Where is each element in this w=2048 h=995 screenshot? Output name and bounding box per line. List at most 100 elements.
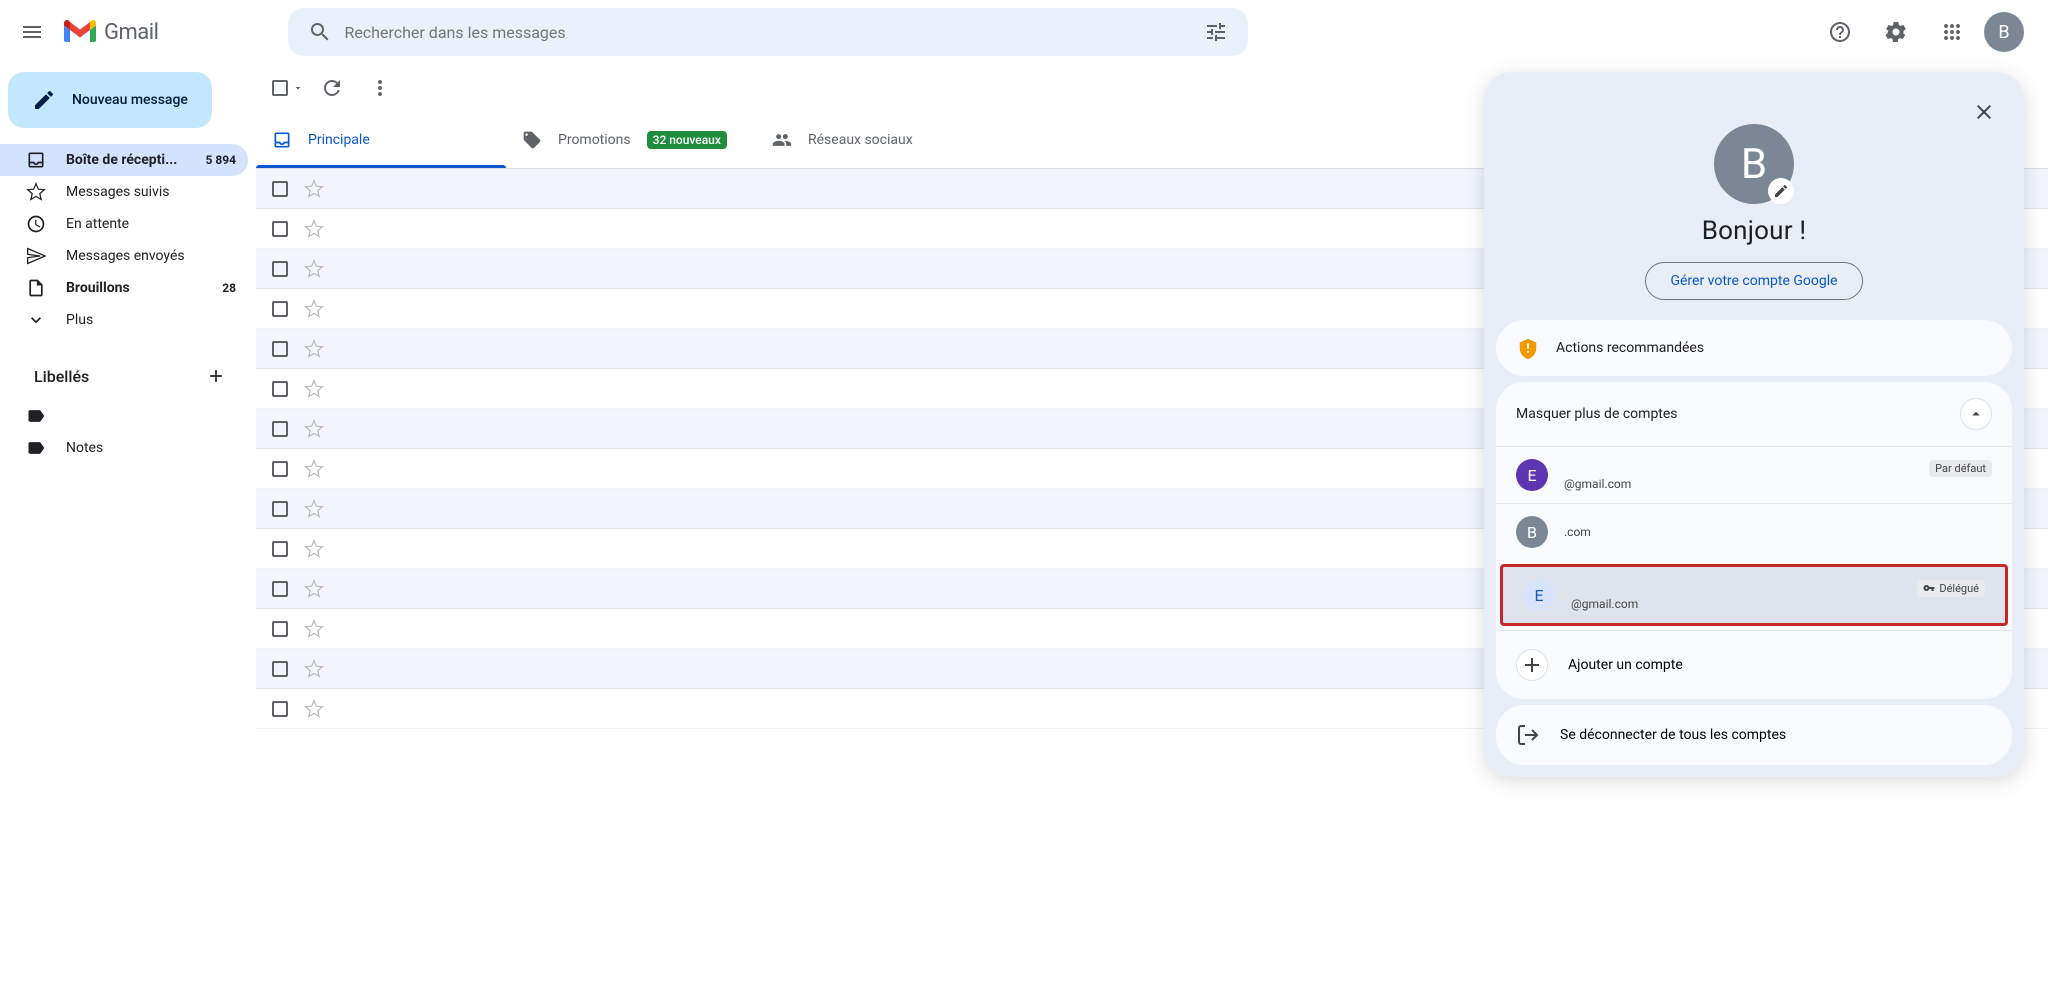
sidebar: Nouveau message Boîte de récepti...5 894…	[0, 64, 256, 995]
account-avatar: E	[1516, 459, 1548, 491]
tab-réseaux-sociaux[interactable]: Réseaux sociaux	[756, 112, 1006, 168]
pencil-icon	[32, 88, 56, 112]
star-button[interactable]	[304, 419, 324, 439]
settings-button[interactable]	[1872, 8, 1920, 56]
gmail-wordmark: Gmail	[104, 20, 158, 45]
search-bar	[288, 8, 1248, 56]
apps-button[interactable]	[1928, 8, 1976, 56]
refresh-button[interactable]	[312, 68, 352, 108]
close-panel-button[interactable]	[1964, 92, 2004, 132]
star-button[interactable]	[304, 219, 324, 239]
more-vert-icon	[368, 76, 392, 100]
label-icon	[26, 438, 46, 458]
star-button[interactable]	[304, 659, 324, 679]
manage-account-button[interactable]: Gérer votre compte Google	[1645, 262, 1862, 300]
recommended-label: Actions recommandées	[1556, 340, 1704, 356]
search-button[interactable]	[296, 8, 344, 56]
app-header: Gmail B	[0, 0, 2048, 64]
nav-item-draft[interactable]: Brouillons28	[0, 272, 248, 304]
row-checkbox[interactable]	[272, 381, 288, 397]
account-info: Délégué@gmail.com	[1571, 580, 1985, 611]
nav-item-clock[interactable]: En attente	[0, 208, 248, 240]
row-checkbox[interactable]	[272, 461, 288, 477]
plus-icon	[206, 366, 226, 386]
nav-item-inbox[interactable]: Boîte de récepti...5 894	[0, 144, 248, 176]
star-button[interactable]	[304, 299, 324, 319]
row-checkbox[interactable]	[272, 621, 288, 637]
collapse-button[interactable]	[1960, 398, 1992, 430]
signout-card: Se déconnecter de tous les comptes	[1496, 705, 2012, 765]
row-checkbox[interactable]	[272, 661, 288, 677]
star-button[interactable]	[304, 379, 324, 399]
refresh-icon	[320, 76, 344, 100]
label-item[interactable]	[0, 400, 248, 432]
tab-icon	[772, 130, 792, 150]
menu-icon	[20, 20, 44, 44]
gmail-logo[interactable]: Gmail	[64, 20, 158, 45]
support-button[interactable]	[1816, 8, 1864, 56]
star-button[interactable]	[304, 339, 324, 359]
row-checkbox[interactable]	[272, 581, 288, 597]
star-button[interactable]	[304, 459, 324, 479]
gmail-icon	[64, 20, 96, 44]
main-menu-button[interactable]	[8, 8, 56, 56]
plus-icon	[1520, 653, 1544, 677]
label-item[interactable]: Notes	[0, 432, 248, 464]
row-checkbox[interactable]	[272, 701, 288, 717]
row-checkbox[interactable]	[272, 541, 288, 557]
account-avatar-button[interactable]: B	[1984, 12, 2024, 52]
row-checkbox[interactable]	[272, 221, 288, 237]
add-account-button[interactable]: Ajouter un compte	[1496, 630, 2012, 699]
nav-item-star[interactable]: Messages suivis	[0, 176, 248, 208]
labels-list: Notes	[8, 400, 248, 464]
tab-icon	[272, 130, 292, 150]
tab-label: Réseaux sociaux	[808, 132, 913, 148]
nav-item-send[interactable]: Messages envoyés	[0, 240, 248, 272]
star-button[interactable]	[304, 579, 324, 599]
tab-label: Principale	[308, 132, 370, 148]
hide-accounts-toggle[interactable]: Masquer plus de comptes	[1496, 382, 2012, 446]
search-input[interactable]	[344, 23, 1192, 42]
more-button[interactable]	[360, 68, 400, 108]
add-account-label: Ajouter un compte	[1568, 657, 1683, 673]
signout-button[interactable]: Se déconnecter de tous les comptes	[1496, 705, 2012, 765]
star-button[interactable]	[304, 539, 324, 559]
search-options-button[interactable]	[1192, 8, 1240, 56]
nav-item-expand[interactable]: Plus	[0, 304, 248, 336]
apps-grid-icon	[1940, 20, 1964, 44]
key-icon	[1923, 582, 1935, 594]
row-checkbox[interactable]	[272, 421, 288, 437]
tab-promotions[interactable]: Promotions32 nouveaux	[506, 112, 756, 168]
account-badge: Délégué	[1917, 580, 1985, 597]
compose-button[interactable]: Nouveau message	[8, 72, 212, 128]
nav-label: Messages suivis	[66, 184, 169, 200]
star-button[interactable]	[304, 619, 324, 639]
star-button[interactable]	[304, 179, 324, 199]
row-checkbox[interactable]	[272, 261, 288, 277]
send-icon	[26, 246, 46, 266]
edit-avatar-button[interactable]	[1768, 178, 1794, 204]
account-row[interactable]: B.com	[1496, 503, 2012, 560]
recommended-actions-card[interactable]: Actions recommandées	[1496, 320, 2012, 376]
account-badge: Par défaut	[1929, 460, 1992, 477]
row-checkbox[interactable]	[272, 181, 288, 197]
chevron-up-icon	[1967, 405, 1985, 423]
account-row[interactable]: EPar défaut@gmail.com	[1496, 446, 2012, 503]
add-label-button[interactable]	[200, 360, 232, 392]
row-checkbox[interactable]	[272, 301, 288, 317]
tab-principale[interactable]: Principale	[256, 112, 506, 168]
star-button[interactable]	[304, 699, 324, 719]
nav-label: En attente	[66, 216, 129, 232]
account-row[interactable]: EDélégué@gmail.com	[1500, 564, 2008, 626]
star-button[interactable]	[304, 259, 324, 279]
star-button[interactable]	[304, 499, 324, 519]
select-all-checkbox[interactable]	[272, 80, 288, 96]
select-all-dropdown[interactable]	[272, 80, 304, 96]
panel-avatar-wrap: B	[1714, 124, 1794, 204]
tab-icon	[522, 130, 542, 150]
accounts-container: EPar défaut@gmail.comB.comEDélégué@gmail…	[1496, 446, 2012, 626]
nav-label: Plus	[66, 312, 93, 328]
search-container	[288, 8, 1248, 56]
row-checkbox[interactable]	[272, 501, 288, 517]
row-checkbox[interactable]	[272, 341, 288, 357]
